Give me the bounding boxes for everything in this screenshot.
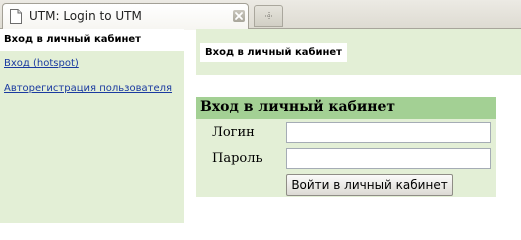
- sidebar-heading-label: Вход в личный кабинет: [4, 34, 141, 45]
- login-form: Вход в личный кабинет Логин Пароль Войти…: [196, 97, 496, 197]
- login-form-title: Вход в личный кабинет: [200, 99, 396, 115]
- tab-strip: UTM: Login to UTM: [0, 0, 521, 30]
- password-input[interactable]: [286, 148, 491, 169]
- plus-icon: [265, 12, 273, 20]
- page-header: Вход в личный кабинет: [196, 29, 521, 75]
- page-title: Вход в личный кабинет: [200, 43, 347, 62]
- new-tab-button[interactable]: [254, 5, 283, 27]
- close-icon[interactable]: [233, 10, 245, 22]
- login-label: Логин: [212, 125, 255, 140]
- document-icon: [10, 9, 22, 24]
- password-label: Пароль: [212, 151, 263, 166]
- tab-title: UTM: Login to UTM: [29, 9, 142, 23]
- login-input[interactable]: [286, 122, 491, 143]
- sidebar-link-autoregistration[interactable]: Авторегистрация пользователя: [4, 83, 172, 94]
- login-button[interactable]: Войти в личный кабинет: [286, 174, 453, 196]
- sidebar-link-hotspot[interactable]: Вход (hotspot): [4, 58, 79, 69]
- login-form-header: Вход в личный кабинет: [196, 97, 496, 119]
- sidebar: Вход в личный кабинет Вход (hotspot) Авт…: [0, 29, 184, 223]
- browser-tab[interactable]: UTM: Login to UTM: [2, 3, 249, 30]
- sidebar-heading: Вход в личный кабинет: [0, 29, 184, 51]
